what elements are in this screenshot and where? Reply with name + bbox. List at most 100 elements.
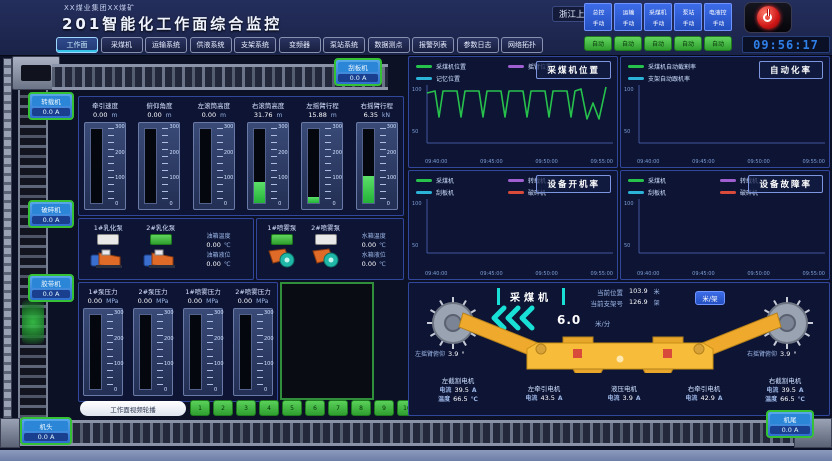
- gauge-label: 牵引速度: [92, 100, 118, 110]
- support-button[interactable]: 2: [213, 400, 233, 416]
- gauge: 右摇臂行程 6.35kN 300200 1000: [356, 96, 398, 210]
- device-fault-rate-chart-panel: 采煤机转载机刮板机破碎机 设备故障率 10050 09:40:0009:45:0…: [620, 170, 830, 280]
- mode-toggle[interactable]: 电液控 手动: [704, 3, 732, 31]
- gauge: 牵引速度 0.00m 300200 1000: [84, 96, 126, 210]
- face-conveyor-box[interactable]: 刮板机 0.0 A: [334, 58, 382, 86]
- power-button[interactable]: [744, 2, 792, 33]
- gauge: 左摇臂行程 15.88m 300200 1000: [301, 96, 343, 210]
- mode-column: 电液控 手动 自动: [704, 3, 732, 51]
- gauge-label: 2#喷雾压力: [235, 286, 271, 296]
- mode-toggle[interactable]: 运输 手动: [614, 3, 642, 31]
- shearer-panel: 采煤机 当前位置 103.9 米 当前支架号 126.9 架 米/架 6.0 米…: [408, 282, 830, 416]
- gauge-label: 右滚筒高度: [252, 100, 285, 110]
- support-button[interactable]: 8: [351, 400, 371, 416]
- x-axis-labels: 09:40:0009:45:0009:50:0009:55:00: [637, 159, 825, 165]
- nav-tab[interactable]: 供液系统: [190, 37, 232, 53]
- device-label: 刮板机: [338, 62, 378, 72]
- gauge-value: 0.00MPa: [188, 297, 219, 305]
- gauges-top: 牵引速度 0.00m 300200 1000 俯仰角度 0.00m: [78, 96, 404, 210]
- gauge-value: 0.00m: [202, 111, 226, 119]
- spray-pump-icon: [311, 247, 341, 269]
- clock-display: 09:56:17: [742, 36, 830, 53]
- nav-tab[interactable]: 支架系统: [234, 37, 276, 53]
- sidebar-box-belt[interactable]: 胶带机 0.0 A: [28, 274, 74, 302]
- mode-label: 运输: [622, 7, 634, 16]
- nav-tab[interactable]: 泵站系统: [323, 37, 365, 53]
- mode-state: 手动: [652, 18, 664, 27]
- nav-tab[interactable]: 参数日志: [457, 37, 499, 53]
- legend-swatch: [508, 65, 524, 68]
- x-axis-labels: 09:40:0009:45:0009:50:0009:55:00: [425, 159, 613, 165]
- gauge-label: 左滚筒高度: [198, 100, 231, 110]
- nav-tab[interactable]: 数据测点: [368, 37, 410, 53]
- sidebar-box-transfer[interactable]: 转载机 0.0 A: [28, 92, 74, 120]
- device-run-rate-chart-panel: 采煤机转载机刮板机破碎机 设备开机率 10050 09:40:0009:45:0…: [408, 170, 618, 280]
- mode-label: 总控: [592, 7, 604, 16]
- mode-toggle[interactable]: 泵站 手动: [674, 3, 702, 31]
- conveyor-head-box[interactable]: 机头 0.0 A: [20, 417, 72, 445]
- chart-plot: [625, 79, 827, 155]
- device-label: 破碎机: [32, 204, 70, 214]
- device-label: 转载机: [32, 96, 70, 106]
- device-value: 0.0 A: [32, 108, 70, 116]
- x-axis-labels: 09:40:0009:45:0009:50:0009:55:00: [425, 271, 613, 277]
- pump-status-chip: [150, 234, 172, 245]
- pump-readings: 油箱温度 0.00℃ 油箱液位 0.00℃: [187, 222, 250, 276]
- gauge-label: 1#泵压力: [88, 286, 117, 296]
- support-button[interactable]: 1: [190, 400, 210, 416]
- support-button[interactable]: 3: [236, 400, 256, 416]
- device-value: 0.0 A: [32, 216, 70, 224]
- mode-auto-button[interactable]: 自动: [614, 36, 642, 51]
- chart-title: 采煤机位置: [536, 61, 611, 79]
- conveyor-drive-glow: [22, 300, 44, 344]
- support-button[interactable]: 9: [374, 400, 394, 416]
- gauges-bottom: 1#泵压力 0.00MPa 300200 1000 2#泵压力 0.00MPa: [78, 282, 278, 396]
- mode-column: 运输 手动 自动: [614, 3, 642, 51]
- nav-tab[interactable]: 采煤机: [101, 37, 143, 53]
- support-button[interactable]: 5: [282, 400, 302, 416]
- nav-tab[interactable]: 报警列表: [412, 37, 454, 53]
- motor-pump-icon: [90, 247, 126, 269]
- mode-state: 手动: [712, 18, 724, 27]
- sidebar-box-crusher[interactable]: 破碎机 0.0 A: [28, 200, 74, 228]
- device-value: 0.0 A: [24, 433, 68, 441]
- support-button[interactable]: 7: [328, 400, 348, 416]
- mode-label: 电液控: [709, 7, 727, 16]
- conveyor-tail-box[interactable]: 机尾 0.0 A: [766, 410, 814, 438]
- gauge-label: 2#泵压力: [138, 286, 167, 296]
- legend-item: 采煤机: [416, 176, 508, 185]
- mode-auto-button[interactable]: 自动: [674, 36, 702, 51]
- mode-toggle[interactable]: 总控 手动: [584, 3, 612, 31]
- nav-tab[interactable]: 变频器: [279, 37, 321, 53]
- hmi-screen: XX煤业集团XX煤矿 201智能化工作面综合监控 浙江上创 总控 手动 自动 运…: [0, 0, 832, 461]
- x-axis-labels: 09:40:0009:45:0009:50:0009:55:00: [637, 271, 825, 277]
- mode-toggle[interactable]: 采煤机 手动: [644, 3, 672, 31]
- motor-group-left-cutting: 左截割电机 电流39.5A 温度66.5℃: [415, 375, 501, 404]
- chart-plot: [625, 193, 827, 265]
- mode-auto-button[interactable]: 自动: [704, 36, 732, 51]
- right-arm-reading: 右摇臂俯仰3.9°: [747, 349, 797, 358]
- mode-auto-button[interactable]: 自动: [584, 36, 612, 51]
- gauge-value: 6.35kN: [364, 111, 390, 119]
- page-title: 201智能化工作面综合监控: [62, 13, 282, 34]
- nav-tab[interactable]: 网络拓扑: [501, 37, 543, 53]
- video-feed-panel[interactable]: [280, 282, 374, 400]
- company-name: XX煤业集团XX煤矿: [64, 3, 135, 13]
- nav-tab[interactable]: 运输系统: [145, 37, 187, 53]
- device-label: 胶带机: [32, 278, 70, 288]
- gauge-bar: 300200 1000: [84, 122, 126, 210]
- chart-title: 自动化率: [759, 61, 823, 79]
- mode-columns: 总控 手动 自动 运输 手动 自动 采煤机 手动: [584, 3, 732, 51]
- device-label: 机头: [24, 421, 68, 431]
- mode-auto-button[interactable]: 自动: [644, 36, 672, 51]
- support-button[interactable]: 4: [259, 400, 279, 416]
- motor-group-left-haulage: 左牵引电机 电流43.5A: [507, 383, 581, 403]
- gauge: 1#喷雾压力 0.00MPa 300200 1000: [183, 282, 223, 396]
- legend-item: 采煤机: [628, 176, 720, 185]
- device-value: 0.0 A: [338, 74, 378, 82]
- video-carousel-button[interactable]: 工作面视频轮播: [80, 401, 186, 416]
- nav-tab[interactable]: 工作面: [56, 37, 98, 53]
- mode-label: 采煤机: [649, 7, 667, 16]
- chart-title: 设备故障率: [748, 175, 823, 193]
- support-button[interactable]: 6: [305, 400, 325, 416]
